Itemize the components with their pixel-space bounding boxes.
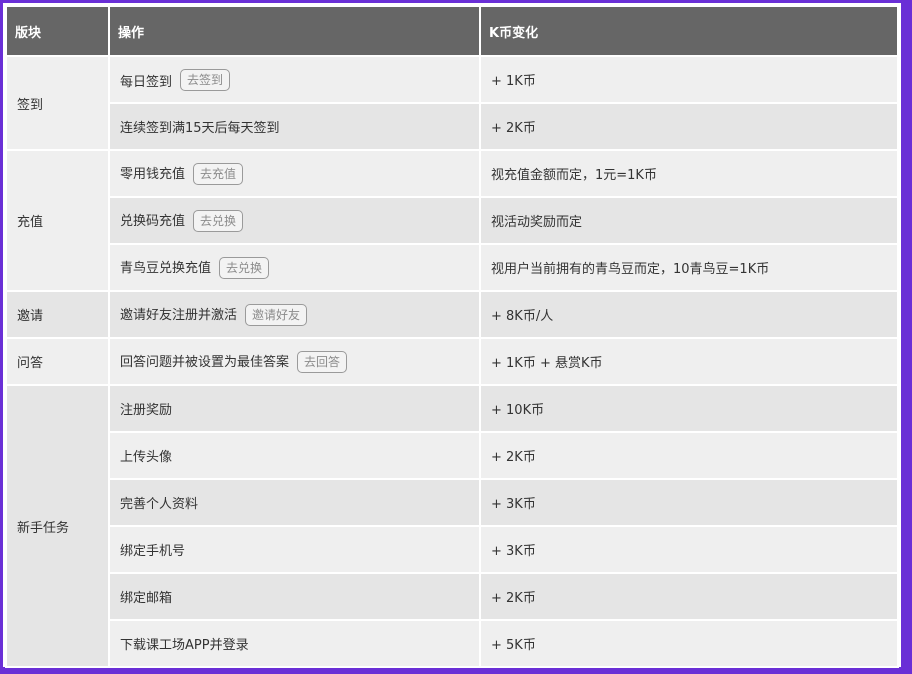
kcoin-rules-table: 版块 操作 K币变化 签到 每日签到 去签到 + 1K币 连续签到满15天后每天签… [5, 5, 899, 668]
action-cell: 完善个人资料 [110, 480, 479, 525]
table-row: 连续签到满15天后每天签到 + 2K币 [7, 104, 897, 149]
action-cell: 每日签到 去签到 [110, 57, 479, 102]
change-cell: + 1K币 + 悬赏K币 [481, 339, 897, 384]
change-cell: + 1K币 [481, 57, 897, 102]
action-label: 每日签到 [120, 74, 173, 90]
change-cell: 视充值金额而定，1元=1K币 [481, 151, 897, 196]
change-cell: + 3K币 [481, 480, 897, 525]
action-cell: 邀请好友注册并激活 邀请好友 [110, 292, 479, 337]
change-cell: 视用户当前拥有的青鸟豆而定，10青鸟豆=1K币 [481, 245, 897, 290]
table-row: 上传头像 + 2K币 [7, 433, 897, 478]
signin-button[interactable]: 去签到 [180, 68, 231, 91]
table-row: 绑定邮箱 + 2K币 [7, 574, 897, 619]
action-cell: 上传头像 [110, 433, 479, 478]
action-label: 注册奖励 [120, 403, 173, 418]
kcoin-rules-panel: 版块 操作 K币变化 签到 每日签到 去签到 + 1K币 连续签到满15天后每天签… [3, 3, 901, 668]
action-cell: 下载课工场APP并登录 [110, 621, 479, 666]
action-cell: 回答问题并被设置为最佳答案 去回答 [110, 339, 479, 384]
action-label: 零用钱充值 [120, 166, 186, 182]
table-row: 兑换码充值 去兑换 视活动奖励而定 [7, 198, 897, 243]
action-label: 下载课工场APP并登录 [120, 638, 249, 653]
action-cell: 绑定手机号 [110, 527, 479, 572]
action-label: 完善个人资料 [120, 497, 199, 512]
table-row: 问答 回答问题并被设置为最佳答案 去回答 + 1K币 + 悬赏K币 [7, 339, 897, 384]
action-label: 青鸟豆兑换充值 [120, 260, 212, 276]
table-row: 下载课工场APP并登录 + 5K币 [7, 621, 897, 666]
table-row: 绑定手机号 + 3K币 [7, 527, 897, 572]
change-cell: + 8K币/人 [481, 292, 897, 337]
table-row: 签到 每日签到 去签到 + 1K币 [7, 57, 897, 149]
change-cell: + 5K币 [481, 621, 897, 666]
header-action: 操作 [110, 7, 479, 55]
redeem-code-button[interactable]: 去兑换 [193, 209, 244, 232]
action-cell: 绑定邮箱 [110, 574, 479, 619]
action-label: 绑定邮箱 [120, 591, 173, 606]
change-cell: + 2K币 [481, 433, 897, 478]
section-invite: 邀请 [7, 292, 108, 337]
action-label: 邀请好友注册并激活 [120, 307, 238, 323]
action-cell: 连续签到满15天后每天签到 [110, 104, 479, 149]
action-cell: 零用钱充值 去充值 [110, 151, 479, 196]
table-header-row: 版块 操作 K币变化 [7, 7, 897, 55]
action-label: 回答问题并被设置为最佳答案 [120, 354, 290, 370]
change-cell: + 2K币 [481, 104, 897, 149]
action-label: 绑定手机号 [120, 544, 186, 559]
action-label: 连续签到满15天后每天签到 [120, 121, 280, 136]
section-qa: 问答 [7, 339, 108, 384]
section-recharge: 充值 [7, 151, 108, 290]
redeem-beans-button[interactable]: 去兑换 [219, 256, 270, 279]
answer-button[interactable]: 去回答 [297, 350, 348, 373]
section-newbie: 新手任务 [7, 386, 108, 666]
recharge-button[interactable]: 去充值 [193, 162, 244, 185]
header-section: 版块 [7, 7, 108, 55]
invite-friend-button[interactable]: 邀请好友 [245, 303, 308, 326]
table-row: 邀请 邀请好友注册并激活 邀请好友 + 8K币/人 [7, 292, 897, 337]
action-label: 兑换码充值 [120, 213, 186, 229]
change-cell: 视活动奖励而定 [481, 198, 897, 243]
action-cell: 青鸟豆兑换充值 去兑换 [110, 245, 479, 290]
table-row: 完善个人资料 + 3K币 [7, 480, 897, 525]
change-cell: + 2K币 [481, 574, 897, 619]
table-row: 新手任务 注册奖励 + 10K币 [7, 386, 897, 666]
section-signin: 签到 [7, 57, 108, 149]
change-cell: + 3K币 [481, 527, 897, 572]
table-row: 充值 零用钱充值 去充值 视充值金额而定，1元=1K币 [7, 151, 897, 290]
header-change: K币变化 [481, 7, 897, 55]
action-cell: 兑换码充值 去兑换 [110, 198, 479, 243]
action-cell: 注册奖励 [110, 386, 479, 431]
change-cell: + 10K币 [481, 386, 897, 431]
action-label: 上传头像 [120, 450, 173, 465]
table-row: 青鸟豆兑换充值 去兑换 视用户当前拥有的青鸟豆而定，10青鸟豆=1K币 [7, 245, 897, 290]
